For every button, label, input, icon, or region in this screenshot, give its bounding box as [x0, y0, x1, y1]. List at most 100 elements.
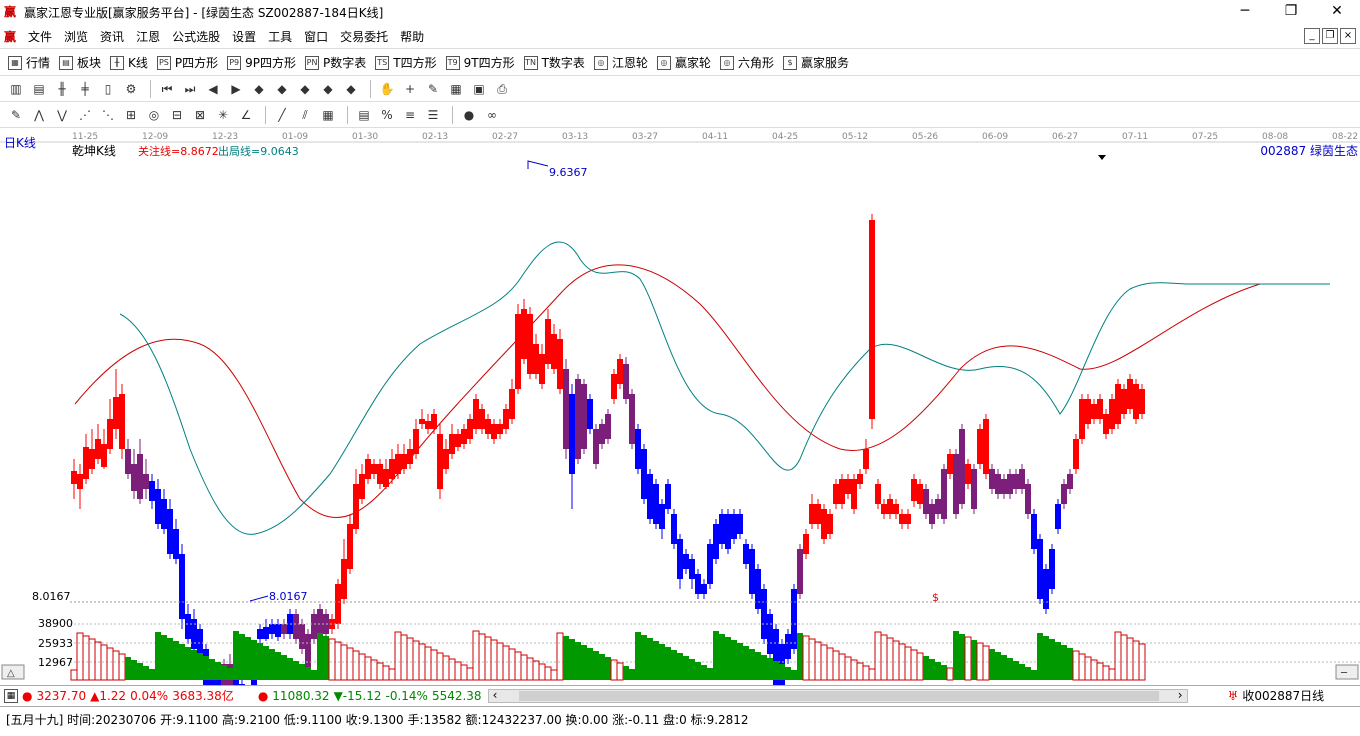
- diamond1-icon[interactable]: ◆: [249, 80, 269, 98]
- candle-body: [413, 429, 419, 454]
- menu-file[interactable]: 文件: [22, 28, 58, 45]
- infinity-icon[interactable]: ∞: [482, 106, 502, 124]
- line-icon[interactable]: ╱: [272, 106, 292, 124]
- toolbar-item-11[interactable]: ◎ 六角形: [719, 54, 774, 71]
- candle-body: [851, 479, 857, 509]
- volume-bar: [388, 668, 396, 681]
- menu-settings[interactable]: 设置: [226, 28, 262, 45]
- menu-trade[interactable]: 交易委托: [334, 28, 394, 45]
- prev-icon[interactable]: ◀: [203, 80, 223, 98]
- volume-bar: [995, 652, 1001, 680]
- fib-icon[interactable]: ≡: [400, 106, 420, 124]
- toolbar-item-0[interactable]: ▦ 行情: [8, 54, 50, 71]
- mdi-restore-button[interactable]: ❐: [1322, 28, 1338, 44]
- toolbar-item-10[interactable]: ◎ 赢家轮: [656, 54, 711, 71]
- toolbar-item-1[interactable]: ▤ 板块: [59, 54, 101, 71]
- kline-svg[interactable]: 11-25 12-09 12-23 01-09 01-30 02-13 02-27 03-13…: [0, 129, 1360, 719]
- toolbar-item-6[interactable]: TS T四方形: [375, 54, 437, 71]
- percent-icon[interactable]: %: [377, 106, 397, 124]
- volume-bar: [635, 632, 641, 680]
- menu-help[interactable]: 帮助: [394, 28, 430, 45]
- volume-bar: [293, 661, 299, 680]
- toolbar-item-9[interactable]: ◎ 江恩轮: [593, 54, 648, 71]
- scroll-right-icon[interactable]: ›: [1178, 688, 1183, 702]
- print-icon[interactable]: ⎙: [492, 80, 512, 98]
- next-icon[interactable]: ▶: [226, 80, 246, 98]
- menu-browse[interactable]: 浏览: [58, 28, 94, 45]
- candle-body: [437, 434, 443, 489]
- kline-chart[interactable]: 11-25 12-09 12-23 01-09 01-30 02-13 02-27 03-13…: [0, 129, 1360, 719]
- exit-line-label: 出局线=9.0643: [218, 144, 299, 158]
- candle-body: [479, 409, 485, 429]
- channel-icon[interactable]: ⫽: [295, 106, 315, 124]
- volume-bar: [376, 662, 384, 681]
- toolbar-item-6-icon: TS: [375, 55, 390, 70]
- scrollbar-thumb[interactable]: [518, 690, 1159, 701]
- gann-grid-icon[interactable]: ⊟: [167, 106, 187, 124]
- fav-label[interactable]: 收002887日线: [1242, 687, 1324, 704]
- toolbar-item-7[interactable]: T9 9T四方形: [445, 54, 515, 71]
- toolbar-item-5[interactable]: PN P数字表: [305, 54, 366, 71]
- save-icon[interactable]: ▣: [469, 80, 489, 98]
- layout-icon[interactable]: ▥: [6, 80, 26, 98]
- crosshair-icon[interactable]: +: [400, 80, 420, 98]
- menu-gann[interactable]: 江恩: [130, 28, 166, 45]
- menu-formula[interactable]: 公式选股: [166, 28, 226, 45]
- maximize-button[interactable]: ❐: [1268, 0, 1314, 24]
- x-axis-label: 03-13: [562, 132, 588, 142]
- chart-icon[interactable]: ╫: [52, 80, 72, 98]
- toolbar-item-8[interactable]: TN T数字表: [523, 54, 585, 71]
- volume-bar: [209, 659, 215, 680]
- menu-info[interactable]: 资讯: [94, 28, 130, 45]
- diamond3-icon[interactable]: ◆: [295, 80, 315, 98]
- volume-bar: [508, 648, 516, 681]
- pen-icon[interactable]: ✎: [6, 106, 26, 124]
- fib2-icon[interactable]: ☰: [423, 106, 443, 124]
- gann-star-icon[interactable]: ✳: [213, 106, 233, 124]
- candle-body: [1061, 484, 1067, 504]
- grid-toggle-icon[interactable]: ▦: [4, 688, 18, 703]
- candle-body: [443, 449, 449, 469]
- first-icon[interactable]: ⏮: [157, 80, 177, 98]
- mdi-close-button[interactable]: ×: [1340, 28, 1356, 44]
- minimize-button[interactable]: ─: [1222, 0, 1268, 24]
- menu-tools[interactable]: 工具: [262, 28, 298, 45]
- scroll-left-icon[interactable]: ‹: [493, 688, 498, 702]
- settings-icon[interactable]: ⚙: [121, 80, 141, 98]
- candle-body: [905, 514, 911, 524]
- chart2-icon[interactable]: ╪: [75, 80, 95, 98]
- draw-icon[interactable]: ✎: [423, 80, 443, 98]
- vol-axis-high: 38900: [38, 617, 73, 630]
- stock-label: 002887 绿茵生态: [1260, 143, 1358, 158]
- close-button[interactable]: ✕: [1314, 0, 1360, 24]
- mdi-minimize-button[interactable]: _: [1304, 28, 1320, 44]
- gann-fan4-icon[interactable]: ⋱: [98, 106, 118, 124]
- gann-circle-icon[interactable]: ◎: [144, 106, 164, 124]
- calendar-icon[interactable]: ▦: [446, 80, 466, 98]
- horizontal-scrollbar[interactable]: ‹ ›: [487, 688, 1188, 703]
- color-icon[interactable]: ●: [459, 106, 479, 124]
- grid-icon[interactable]: ▦: [318, 106, 338, 124]
- menu-window[interactable]: 窗口: [298, 28, 334, 45]
- toolbar-item-3[interactable]: PS P四方形: [156, 54, 218, 71]
- gann-fan2-icon[interactable]: ⋁: [52, 106, 72, 124]
- toolbar-item-label: 行情: [26, 56, 51, 70]
- toolbar-item-2-icon: ╫: [110, 55, 125, 70]
- diamond2-icon[interactable]: ◆: [272, 80, 292, 98]
- diamond5-icon[interactable]: ◆: [341, 80, 361, 98]
- gann-box-icon[interactable]: ⊞: [121, 106, 141, 124]
- toolbar-item-2[interactable]: ╫ K线: [110, 54, 148, 71]
- toolbar-item-12[interactable]: $ 赢家服务: [782, 54, 849, 71]
- table-icon[interactable]: ▤: [354, 106, 374, 124]
- hand-icon[interactable]: ✋: [377, 80, 397, 98]
- doc-icon[interactable]: ▤: [29, 80, 49, 98]
- candle-icon[interactable]: ▯: [98, 80, 118, 98]
- volume-bar: [299, 664, 305, 680]
- toolbar-item-4[interactable]: P9 9P四方形: [227, 54, 296, 71]
- gann-fan-icon[interactable]: ⋀: [29, 106, 49, 124]
- gann-square-icon[interactable]: ⊠: [190, 106, 210, 124]
- last-icon[interactable]: ⏭: [180, 80, 200, 98]
- gann-fan3-icon[interactable]: ⋰: [75, 106, 95, 124]
- gann-angle-icon[interactable]: ∠: [236, 106, 256, 124]
- diamond4-icon[interactable]: ◆: [318, 80, 338, 98]
